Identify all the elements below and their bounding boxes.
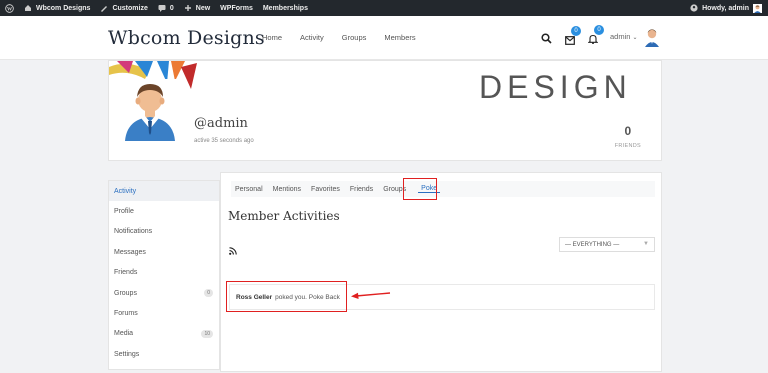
activity-highlight	[226, 281, 347, 312]
search-icon[interactable]	[541, 31, 552, 49]
user-menu[interactable]: admin ⌄	[610, 32, 638, 41]
plus-icon	[184, 4, 192, 12]
sidebar-item-forums[interactable]: Forums	[109, 303, 219, 323]
messages-badge: 0	[571, 26, 581, 36]
last-active-status: active 35 seconds ago	[194, 138, 254, 144]
admin-bar: W Wbcom Designs Customize 0 New WPForms …	[0, 0, 768, 16]
site-header: Wbcom Designs Home Activity Groups Membe…	[0, 16, 768, 60]
notifications-badge: 0	[594, 25, 604, 35]
rss-feed-icon[interactable]	[229, 242, 237, 260]
tab-mentions[interactable]: Mentions	[271, 186, 307, 193]
friends-count-label: FRIENDS	[614, 143, 641, 149]
sidebar-item-settings[interactable]: Settings	[109, 344, 219, 364]
howdy-link[interactable]: Howdy, admin	[702, 5, 749, 12]
chevron-down-icon: ⌄	[632, 35, 638, 41]
profile-avatar[interactable]	[117, 79, 183, 141]
new-content-link[interactable]: New	[179, 0, 215, 16]
notifications-bell-icon[interactable]: 0	[587, 25, 604, 45]
tab-personal[interactable]: Personal	[233, 186, 269, 193]
comment-icon	[158, 4, 166, 12]
sidebar-item-media[interactable]: Media 10	[109, 324, 219, 344]
page-title: Member Activities	[228, 209, 340, 223]
nav-home[interactable]: Home	[262, 33, 282, 42]
sidebar-item-friends[interactable]: Friends	[109, 263, 219, 283]
caret-down-icon: ▼	[643, 241, 649, 247]
sidebar-item-profile[interactable]: Profile	[109, 201, 219, 221]
sidebar-item-notifications[interactable]: Notifications	[109, 222, 219, 242]
wpforms-link[interactable]: WPForms	[215, 0, 258, 16]
poke-tab-highlight	[403, 178, 437, 200]
sidebar-item-messages[interactable]: Messages	[109, 242, 219, 262]
svg-text:W: W	[7, 6, 13, 12]
home-icon	[24, 4, 32, 12]
site-logo[interactable]: Wbcom Designs	[108, 27, 265, 49]
profile-username: @admin	[194, 116, 248, 131]
friends-count-value: 0	[624, 124, 632, 138]
nav-activity[interactable]: Activity	[300, 33, 324, 42]
comments-link[interactable]: 0	[153, 0, 179, 16]
sidebar-item-groups[interactable]: Groups 0	[109, 283, 219, 303]
user-circle-icon	[690, 4, 698, 12]
brush-icon	[100, 4, 108, 12]
activity-filter-select[interactable]: — EVERYTHING — ▼	[559, 237, 655, 252]
site-name-link[interactable]: Wbcom Designs	[19, 0, 95, 16]
primary-nav: Home Activity Groups Members	[262, 33, 434, 42]
sidebar-item-activity[interactable]: Activity	[109, 181, 219, 202]
arrow-annotation-icon	[351, 292, 391, 299]
media-count-badge: 10	[201, 329, 213, 338]
nav-members[interactable]: Members	[384, 33, 415, 42]
admin-avatar-small[interactable]	[753, 3, 762, 13]
main-content: Personal Mentions Favorites Friends Grou…	[220, 172, 662, 372]
tab-friends[interactable]: Friends	[348, 186, 379, 193]
header-avatar[interactable]	[643, 27, 661, 47]
activity-subnav: Personal Mentions Favorites Friends Grou…	[231, 181, 655, 197]
wordpress-logo-icon[interactable]: W	[0, 0, 19, 16]
tab-favorites[interactable]: Favorites	[309, 186, 346, 193]
memberships-link[interactable]: Memberships	[258, 0, 313, 16]
friends-counter[interactable]: 0 FRIENDS	[615, 124, 641, 149]
messages-icon[interactable]: 0	[565, 26, 581, 45]
cover-banner-text: DESIGN	[479, 69, 632, 105]
profile-cover-card: DESIGN @admin active 35 seconds ago 0 FR…	[108, 60, 662, 161]
nav-groups[interactable]: Groups	[342, 33, 367, 42]
groups-count-badge: 0	[204, 289, 213, 298]
customize-link[interactable]: Customize	[95, 0, 152, 16]
profile-sidebar-nav: Activity Profile Notifications Messages …	[108, 180, 220, 370]
